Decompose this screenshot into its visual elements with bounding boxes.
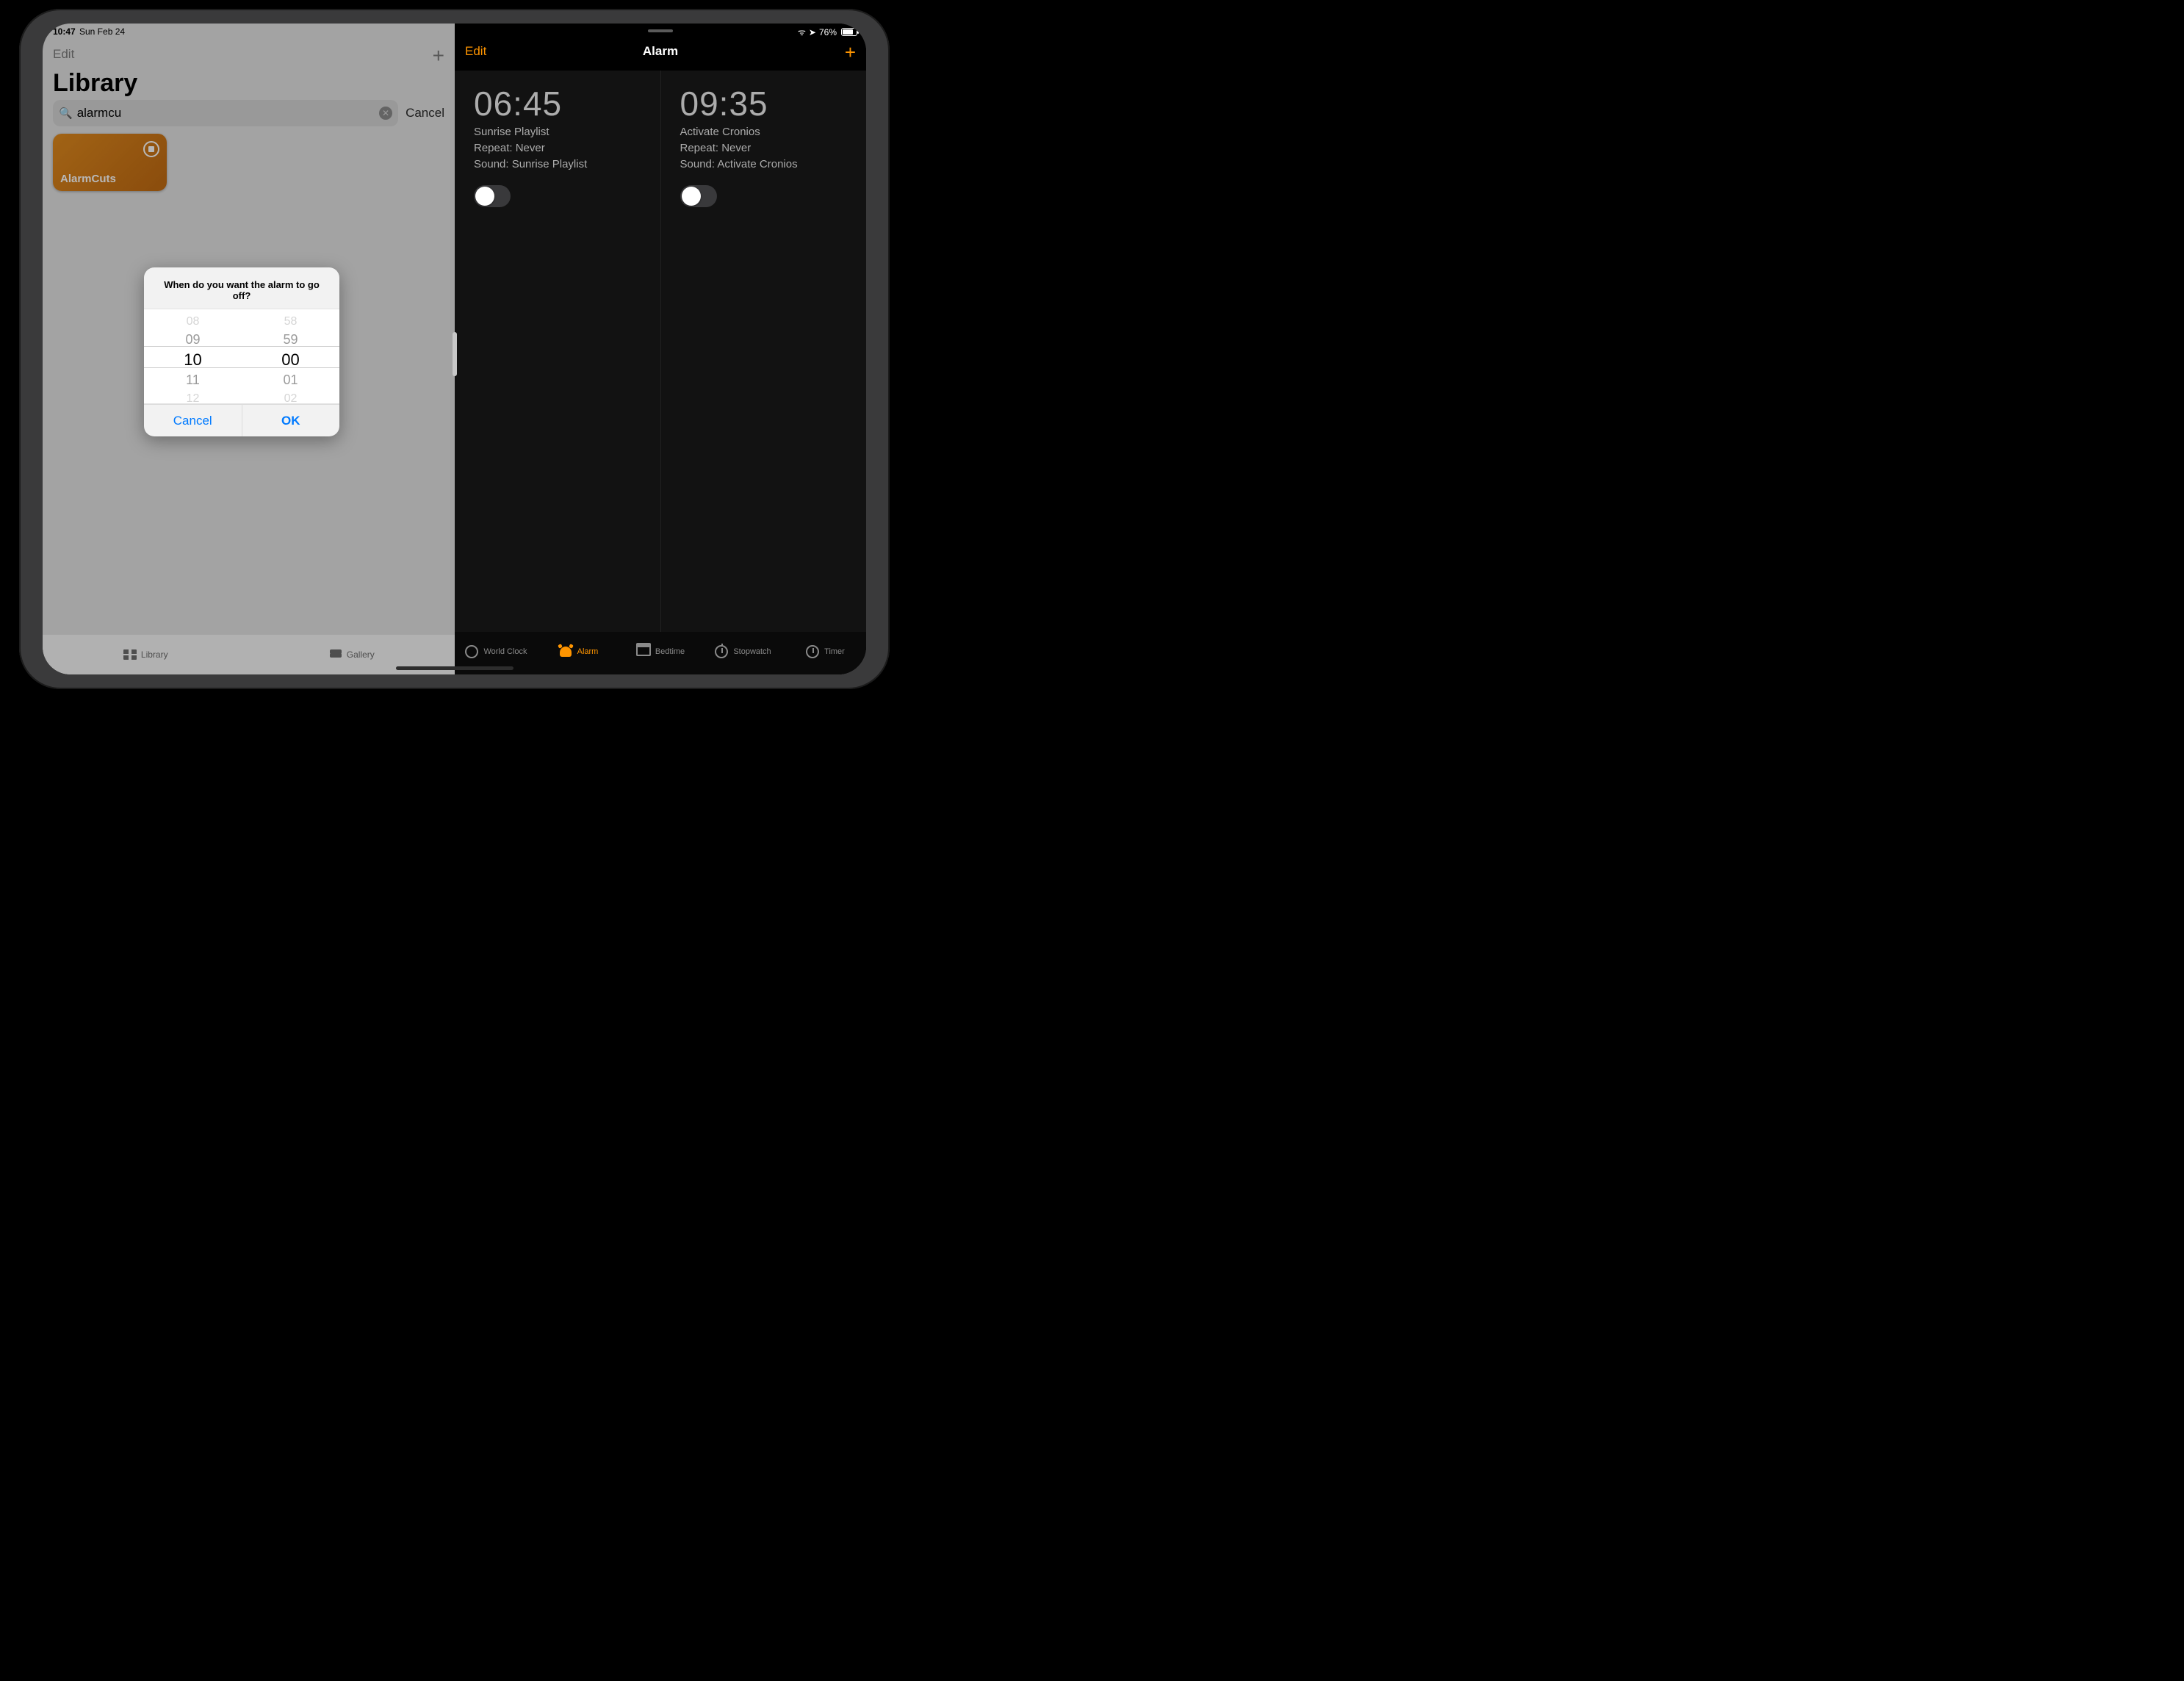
alarm-toggle[interactable]	[474, 185, 511, 207]
stopwatch-icon	[714, 644, 729, 659]
alarm-time: 06:45	[474, 84, 647, 123]
battery-icon	[841, 28, 857, 36]
add-alarm-button[interactable]: +	[845, 41, 856, 64]
clock-app: ᯤ ➤ 76% Edit Alarm + 06:45 Sunrise Playl…	[455, 24, 866, 674]
time-picker[interactable]: 08 09 10 11 12 58 59 00 01 02	[144, 309, 339, 404]
alarm-list: 06:45 Sunrise Playlist Repeat: Never Sou…	[455, 71, 866, 632]
tab-stopwatch[interactable]: Stopwatch	[702, 644, 784, 659]
alarm-name: Activate Cronios	[680, 125, 854, 140]
slide-over-grabber[interactable]	[648, 29, 673, 32]
page-title: Alarm	[455, 44, 866, 59]
timer-icon	[805, 644, 820, 659]
ok-button[interactable]: OK	[242, 404, 340, 436]
minute-selected: 00	[242, 349, 339, 371]
split-view-handle[interactable]	[453, 332, 457, 376]
alarm-item[interactable]: 06:45 Sunrise Playlist Repeat: Never Sou…	[455, 71, 660, 632]
ipad-frame: 10:47 Sun Feb 24 Edit + Library 🔍 alarmc…	[19, 9, 890, 689]
location-icon: ➤	[809, 27, 816, 37]
ipad-bezel: 10:47 Sun Feb 24 Edit + Library 🔍 alarmc…	[43, 24, 866, 674]
cancel-button[interactable]: Cancel	[144, 404, 242, 436]
shortcuts-app: 10:47 Sun Feb 24 Edit + Library 🔍 alarmc…	[43, 24, 455, 674]
tab-world-clock[interactable]: World Clock	[455, 644, 537, 659]
screen: 10:47 Sun Feb 24 Edit + Library 🔍 alarmc…	[43, 24, 866, 674]
hour-wheel[interactable]: 08 09 10 11 12	[144, 309, 242, 403]
alarm-repeat: Repeat: Never	[474, 141, 647, 156]
alarm-toggle[interactable]	[680, 185, 717, 207]
alarm-repeat: Repeat: Never	[680, 141, 854, 156]
clock-navbar: Edit Alarm +	[455, 43, 866, 65]
minute-wheel[interactable]: 58 59 00 01 02	[242, 309, 339, 403]
globe-icon	[464, 644, 479, 659]
alarm-sound: Sound: Sunrise Playlist	[474, 157, 647, 172]
tab-alarm[interactable]: Alarm	[537, 644, 619, 659]
wifi-icon: ᯤ	[798, 26, 806, 38]
hour-selected: 10	[144, 349, 242, 371]
status-bar-right: ᯤ ➤ 76%	[798, 26, 857, 38]
alarm-icon	[558, 644, 573, 659]
time-picker-dialog: When do you want the alarm to go off? 08…	[144, 267, 339, 436]
battery-percent: 76%	[819, 27, 837, 37]
home-indicator[interactable]	[396, 666, 513, 670]
tab-timer[interactable]: Timer	[784, 644, 866, 659]
tab-bedtime[interactable]: Bedtime	[619, 644, 702, 659]
clock-tabbar: World Clock Alarm Bedtime Stopwatch	[455, 632, 866, 674]
dialog-prompt: When do you want the alarm to go off?	[144, 267, 339, 309]
alarm-item[interactable]: 09:35 Activate Cronios Repeat: Never Sou…	[660, 71, 867, 632]
alarm-sound: Sound: Activate Cronios	[680, 157, 854, 172]
alarm-name: Sunrise Playlist	[474, 125, 647, 140]
bed-icon	[636, 644, 651, 659]
dialog-buttons: Cancel OK	[144, 404, 339, 436]
alarm-time: 09:35	[680, 84, 854, 123]
